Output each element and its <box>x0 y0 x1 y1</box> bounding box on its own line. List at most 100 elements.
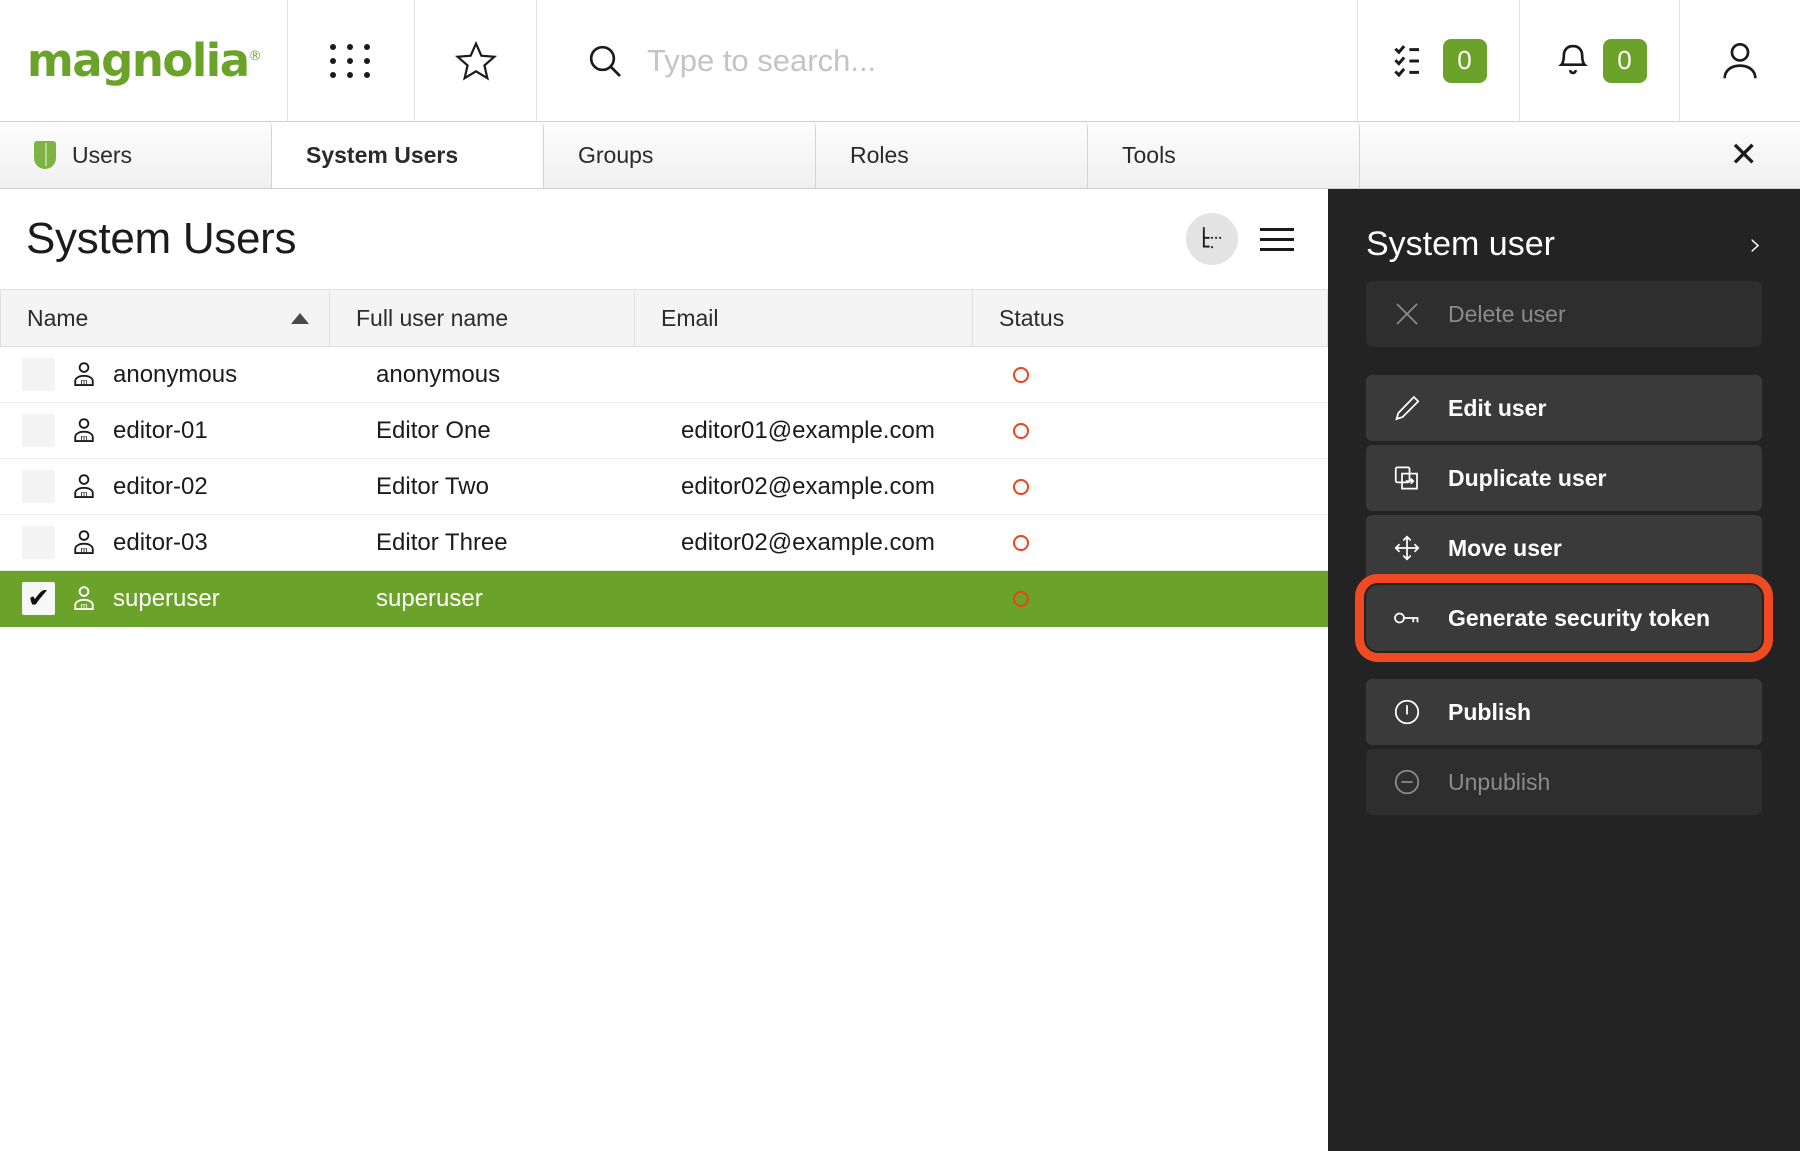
action-item-label: Generate security token <box>1448 605 1710 632</box>
cell-name: ✔ m editor-01 <box>0 403 330 458</box>
row-checkbox[interactable]: ✔ <box>22 414 55 447</box>
search-icon <box>585 41 625 81</box>
cell-name: ✔ m superuser <box>0 571 330 626</box>
cell-name-text: anonymous <box>113 361 237 389</box>
cell-full-text: Editor Two <box>376 473 489 501</box>
action-item-duplicate-user[interactable]: Duplicate user <box>1366 445 1762 511</box>
action-item-label: Unpublish <box>1448 769 1550 796</box>
action-item-delete-user: Delete user <box>1366 281 1762 347</box>
cell-email <box>635 347 973 402</box>
cell-name-text: editor-01 <box>113 417 208 445</box>
column-label: Full user name <box>356 305 508 332</box>
person-icon <box>1717 38 1763 84</box>
row-checkbox[interactable]: ✔ <box>22 470 55 503</box>
pulse-count-badge: 0 <box>1443 39 1487 83</box>
column-label: Email <box>661 305 719 332</box>
cell-email: editor02@example.com <box>635 459 973 514</box>
action-bar-header: System user › <box>1366 189 1762 281</box>
checklist-icon <box>1391 40 1433 82</box>
action-item-publish[interactable]: Publish <box>1366 679 1762 745</box>
registered-mark: ® <box>249 49 261 64</box>
svg-text:m: m <box>80 433 87 443</box>
table-row[interactable]: ✔ m editor-03 Editor Three editor02@exam… <box>0 515 1328 571</box>
list-view-icon-line <box>1260 228 1294 231</box>
cell-email: editor01@example.com <box>635 403 973 458</box>
list-view-icon-line <box>1260 238 1294 241</box>
magnolia-logo[interactable]: magnolia® <box>0 0 288 121</box>
cell-email-text: editor02@example.com <box>681 529 935 557</box>
tab-roles[interactable]: Roles <box>816 122 1088 188</box>
column-label: Name <box>27 305 88 332</box>
tab-users[interactable]: Users <box>0 122 272 188</box>
grid-apps-icon <box>330 44 373 78</box>
tab-groups[interactable]: Groups <box>544 122 816 188</box>
top-bar: magnolia® Type to search... 0 <box>0 0 1800 122</box>
cell-full-user-name: anonymous <box>330 347 635 402</box>
publish-icon <box>1392 697 1422 727</box>
action-item-unpublish: Unpublish <box>1366 749 1762 815</box>
system-user-icon: m <box>69 360 99 390</box>
action-item-move-user[interactable]: Move user <box>1366 515 1762 581</box>
cell-name-text: superuser <box>113 585 220 613</box>
sort-ascending-icon <box>291 313 309 324</box>
column-header-email[interactable]: Email <box>635 289 973 347</box>
cell-email <box>635 571 973 626</box>
view-mode-toolbar <box>1186 213 1298 265</box>
chevron-right-icon[interactable]: › <box>1749 225 1762 263</box>
cell-status <box>973 459 1328 514</box>
column-header-name[interactable]: Name <box>0 289 330 347</box>
pulse-tasks-button[interactable]: 0 <box>1358 0 1520 121</box>
search-input[interactable]: Type to search... <box>647 43 876 79</box>
action-item-generate-security-token[interactable]: Generate security token <box>1366 585 1762 651</box>
cell-full-text: Editor One <box>376 417 491 445</box>
logo-text: magnolia® <box>27 34 260 87</box>
list-view-icon-line <box>1260 248 1294 251</box>
action-item-edit-user[interactable]: Edit user <box>1366 375 1762 441</box>
search-bar[interactable]: Type to search... <box>537 0 1358 121</box>
pencil-icon <box>1392 393 1422 423</box>
star-icon <box>454 39 498 83</box>
unpublish-icon <box>1392 767 1422 797</box>
column-header-status[interactable]: Status <box>973 289 1328 347</box>
system-user-icon: m <box>69 416 99 446</box>
action-item-label: Move user <box>1448 535 1562 562</box>
tab-bar-filler: ✕ <box>1360 122 1800 188</box>
list-view-button[interactable] <box>1256 222 1298 257</box>
cell-status <box>973 515 1328 570</box>
system-user-icon: m <box>69 472 99 502</box>
action-group-separator <box>1366 351 1762 375</box>
tab-label: System Users <box>306 142 458 169</box>
tab-label: Roles <box>850 142 909 169</box>
close-x-icon <box>1392 299 1422 329</box>
cell-full-user-name: Editor One <box>330 403 635 458</box>
svg-text:m: m <box>80 377 87 387</box>
close-app-button[interactable]: ✕ <box>1730 138 1759 172</box>
table-row[interactable]: ✔ m superuser superuser <box>0 571 1328 627</box>
table-row[interactable]: ✔ m anonymous anonymous <box>0 347 1328 403</box>
column-header-full-user-name[interactable]: Full user name <box>330 289 635 347</box>
action-group-separator <box>1366 655 1762 679</box>
user-menu-button[interactable] <box>1680 0 1800 121</box>
page-title: System Users <box>26 214 296 264</box>
cell-name: ✔ m editor-02 <box>0 459 330 514</box>
notifications-count-badge: 0 <box>1603 39 1647 83</box>
table-row[interactable]: ✔ m editor-02 Editor Two editor02@exampl… <box>0 459 1328 515</box>
tab-tools[interactable]: Tools <box>1088 122 1360 188</box>
table-row[interactable]: ✔ m editor-01 Editor One editor01@exampl… <box>0 403 1328 459</box>
cell-name-text: editor-03 <box>113 529 208 557</box>
svg-text:m: m <box>80 601 87 611</box>
tab-system-users[interactable]: System Users <box>272 122 544 188</box>
tab-label: Users <box>72 142 132 169</box>
row-checkbox[interactable]: ✔ <box>22 358 55 391</box>
action-bar: System user › Delete user Edit user Dupl… <box>1328 189 1800 1151</box>
cell-name-text: editor-02 <box>113 473 208 501</box>
notifications-button[interactable]: 0 <box>1520 0 1680 121</box>
row-checkbox[interactable]: ✔ <box>22 526 55 559</box>
row-checkbox[interactable]: ✔ <box>22 582 55 615</box>
action-bar-title: System user <box>1366 225 1555 264</box>
apps-launcher-button[interactable] <box>288 0 415 121</box>
table-header-row: Name Full user name Email Status <box>0 289 1328 347</box>
favorites-button[interactable] <box>415 0 537 121</box>
shield-icon <box>34 141 56 169</box>
tree-view-button[interactable] <box>1186 213 1238 265</box>
